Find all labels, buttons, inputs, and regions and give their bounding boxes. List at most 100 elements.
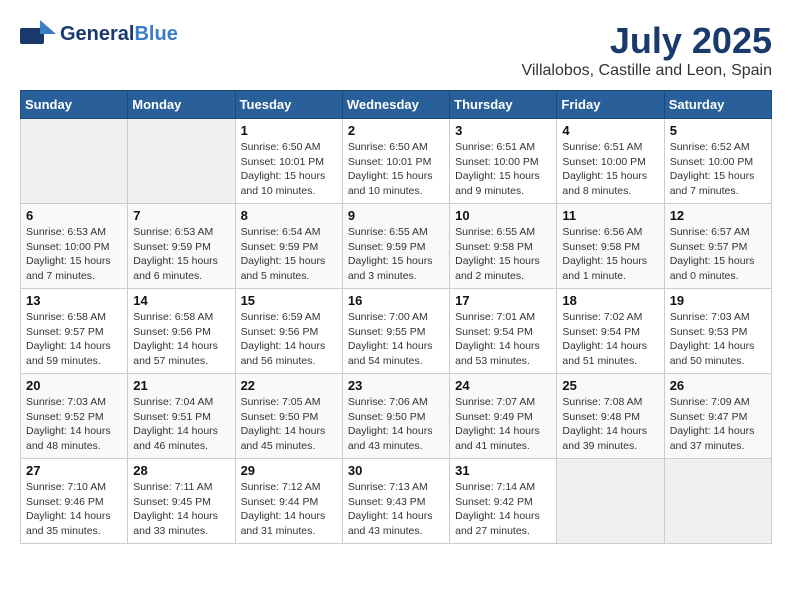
day-number: 8 bbox=[241, 208, 337, 223]
location-title: Villalobos, Castille and Leon, Spain bbox=[521, 62, 772, 80]
day-info: Sunrise: 7:13 AMSunset: 9:43 PMDaylight:… bbox=[348, 480, 444, 539]
calendar-cell bbox=[664, 459, 771, 544]
day-info: Sunrise: 7:04 AMSunset: 9:51 PMDaylight:… bbox=[133, 395, 229, 454]
day-info: Sunrise: 6:58 AMSunset: 9:57 PMDaylight:… bbox=[26, 310, 122, 369]
day-number: 7 bbox=[133, 208, 229, 223]
day-number: 27 bbox=[26, 463, 122, 478]
day-info: Sunrise: 6:55 AMSunset: 9:58 PMDaylight:… bbox=[455, 225, 551, 284]
calendar-cell: 6Sunrise: 6:53 AMSunset: 10:00 PMDayligh… bbox=[21, 204, 128, 289]
logo: GeneralBlue bbox=[20, 20, 178, 48]
calendar-cell bbox=[557, 459, 664, 544]
day-number: 19 bbox=[670, 293, 766, 308]
calendar-cell: 9 Sunrise: 6:55 AMSunset: 9:59 PMDaylight… bbox=[342, 204, 449, 289]
calendar-week-row: 13 Sunrise: 6:58 AMSunset: 9:57 PMDayligh… bbox=[21, 289, 772, 374]
calendar-cell: 17 Sunrise: 7:01 AMSunset: 9:54 PMDayligh… bbox=[450, 289, 557, 374]
day-number: 24 bbox=[455, 378, 551, 393]
weekday-header: Tuesday bbox=[235, 91, 342, 119]
day-info: Sunrise: 6:54 AMSunset: 9:59 PMDaylight:… bbox=[241, 225, 337, 284]
weekday-header: Monday bbox=[128, 91, 235, 119]
calendar-cell: 8 Sunrise: 6:54 AMSunset: 9:59 PMDaylight… bbox=[235, 204, 342, 289]
day-number: 4 bbox=[562, 123, 658, 138]
day-info: Sunrise: 6:53 AMSunset: 9:59 PMDaylight:… bbox=[133, 225, 229, 284]
day-info: Sunrise: 6:55 AMSunset: 9:59 PMDaylight:… bbox=[348, 225, 444, 284]
logo-text: GeneralBlue bbox=[60, 23, 178, 45]
title-block: July 2025 Villalobos, Castille and Leon,… bbox=[521, 20, 772, 80]
day-info: Sunrise: 7:14 AMSunset: 9:42 PMDaylight:… bbox=[455, 480, 551, 539]
day-number: 26 bbox=[670, 378, 766, 393]
calendar-cell: 5 Sunrise: 6:52 AMSunset: 10:00 PMDayligh… bbox=[664, 119, 771, 204]
day-number: 12 bbox=[670, 208, 766, 223]
day-info: Sunrise: 7:06 AMSunset: 9:50 PMDaylight:… bbox=[348, 395, 444, 454]
calendar-cell bbox=[21, 119, 128, 204]
calendar-cell: 20 Sunrise: 7:03 AMSunset: 9:52 PMDayligh… bbox=[21, 374, 128, 459]
day-info: Sunrise: 7:07 AMSunset: 9:49 PMDaylight:… bbox=[455, 395, 551, 454]
day-number: 9 bbox=[348, 208, 444, 223]
calendar-cell: 23Sunrise: 7:06 AMSunset: 9:50 PMDayligh… bbox=[342, 374, 449, 459]
calendar-cell: 27 Sunrise: 7:10 AMSunset: 9:46 PMDayligh… bbox=[21, 459, 128, 544]
day-info: Sunrise: 7:03 AMSunset: 9:52 PMDaylight:… bbox=[26, 395, 122, 454]
day-number: 20 bbox=[26, 378, 122, 393]
calendar-cell: 14Sunrise: 6:58 AMSunset: 9:56 PMDayligh… bbox=[128, 289, 235, 374]
calendar-cell: 30 Sunrise: 7:13 AMSunset: 9:43 PMDayligh… bbox=[342, 459, 449, 544]
day-number: 15 bbox=[241, 293, 337, 308]
day-number: 30 bbox=[348, 463, 444, 478]
day-info: Sunrise: 7:11 AMSunset: 9:45 PMDaylight:… bbox=[133, 480, 229, 539]
calendar-cell: 15Sunrise: 6:59 AMSunset: 9:56 PMDayligh… bbox=[235, 289, 342, 374]
day-info: Sunrise: 7:00 AMSunset: 9:55 PMDaylight:… bbox=[348, 310, 444, 369]
day-info: Sunrise: 7:12 AMSunset: 9:44 PMDaylight:… bbox=[241, 480, 337, 539]
day-number: 22 bbox=[241, 378, 337, 393]
calendar-cell: 19Sunrise: 7:03 AMSunset: 9:53 PMDayligh… bbox=[664, 289, 771, 374]
calendar-cell: 18Sunrise: 7:02 AMSunset: 9:54 PMDayligh… bbox=[557, 289, 664, 374]
calendar-cell: 26 Sunrise: 7:09 AMSunset: 9:47 PMDayligh… bbox=[664, 374, 771, 459]
day-number: 16 bbox=[348, 293, 444, 308]
logo-icon bbox=[20, 20, 56, 48]
day-number: 3 bbox=[455, 123, 551, 138]
calendar-cell: 22Sunrise: 7:05 AMSunset: 9:50 PMDayligh… bbox=[235, 374, 342, 459]
day-number: 25 bbox=[562, 378, 658, 393]
calendar-cell: 12 Sunrise: 6:57 AMSunset: 9:57 PMDayligh… bbox=[664, 204, 771, 289]
calendar-cell: 7 Sunrise: 6:53 AMSunset: 9:59 PMDaylight… bbox=[128, 204, 235, 289]
day-number: 13 bbox=[26, 293, 122, 308]
day-info: Sunrise: 6:53 AMSunset: 10:00 PMDaylight… bbox=[26, 225, 122, 284]
day-number: 2 bbox=[348, 123, 444, 138]
day-info: Sunrise: 6:50 AMSunset: 10:01 PMDaylight… bbox=[348, 140, 444, 199]
calendar-cell: 4 Sunrise: 6:51 AMSunset: 10:00 PMDayligh… bbox=[557, 119, 664, 204]
calendar-cell: 2 Sunrise: 6:50 AMSunset: 10:01 PMDayligh… bbox=[342, 119, 449, 204]
weekday-header: Saturday bbox=[664, 91, 771, 119]
weekday-header: Friday bbox=[557, 91, 664, 119]
day-info: Sunrise: 6:56 AMSunset: 9:58 PMDaylight:… bbox=[562, 225, 658, 284]
day-info: Sunrise: 6:58 AMSunset: 9:56 PMDaylight:… bbox=[133, 310, 229, 369]
calendar-cell: 25 Sunrise: 7:08 AMSunset: 9:48 PMDayligh… bbox=[557, 374, 664, 459]
day-info: Sunrise: 6:51 AMSunset: 10:00 PMDaylight… bbox=[455, 140, 551, 199]
day-number: 29 bbox=[241, 463, 337, 478]
calendar-cell: 31 Sunrise: 7:14 AMSunset: 9:42 PMDayligh… bbox=[450, 459, 557, 544]
day-info: Sunrise: 6:57 AMSunset: 9:57 PMDaylight:… bbox=[670, 225, 766, 284]
day-info: Sunrise: 7:09 AMSunset: 9:47 PMDaylight:… bbox=[670, 395, 766, 454]
day-info: Sunrise: 7:10 AMSunset: 9:46 PMDaylight:… bbox=[26, 480, 122, 539]
weekday-header: Sunday bbox=[21, 91, 128, 119]
calendar-cell: 13 Sunrise: 6:58 AMSunset: 9:57 PMDayligh… bbox=[21, 289, 128, 374]
day-number: 21 bbox=[133, 378, 229, 393]
calendar-cell: 24 Sunrise: 7:07 AMSunset: 9:49 PMDayligh… bbox=[450, 374, 557, 459]
calendar-week-row: 6Sunrise: 6:53 AMSunset: 10:00 PMDayligh… bbox=[21, 204, 772, 289]
day-info: Sunrise: 7:02 AMSunset: 9:54 PMDaylight:… bbox=[562, 310, 658, 369]
month-title: July 2025 bbox=[521, 20, 772, 62]
calendar-week-row: 1 Sunrise: 6:50 AMSunset: 10:01 PMDayligh… bbox=[21, 119, 772, 204]
day-info: Sunrise: 7:08 AMSunset: 9:48 PMDaylight:… bbox=[562, 395, 658, 454]
day-info: Sunrise: 7:01 AMSunset: 9:54 PMDaylight:… bbox=[455, 310, 551, 369]
day-info: Sunrise: 6:52 AMSunset: 10:00 PMDaylight… bbox=[670, 140, 766, 199]
day-number: 1 bbox=[241, 123, 337, 138]
day-number: 17 bbox=[455, 293, 551, 308]
day-number: 31 bbox=[455, 463, 551, 478]
calendar-cell: 10 Sunrise: 6:55 AMSunset: 9:58 PMDayligh… bbox=[450, 204, 557, 289]
calendar-week-row: 20 Sunrise: 7:03 AMSunset: 9:52 PMDayligh… bbox=[21, 374, 772, 459]
calendar-cell bbox=[128, 119, 235, 204]
day-info: Sunrise: 6:50 AMSunset: 10:01 PMDaylight… bbox=[241, 140, 337, 199]
day-number: 10 bbox=[455, 208, 551, 223]
calendar-week-row: 27 Sunrise: 7:10 AMSunset: 9:46 PMDayligh… bbox=[21, 459, 772, 544]
calendar-cell: 3 Sunrise: 6:51 AMSunset: 10:00 PMDayligh… bbox=[450, 119, 557, 204]
calendar-cell: 21 Sunrise: 7:04 AMSunset: 9:51 PMDayligh… bbox=[128, 374, 235, 459]
day-info: Sunrise: 6:51 AMSunset: 10:00 PMDaylight… bbox=[562, 140, 658, 199]
day-number: 5 bbox=[670, 123, 766, 138]
calendar-table: SundayMondayTuesdayWednesdayThursdayFrid… bbox=[20, 90, 772, 544]
